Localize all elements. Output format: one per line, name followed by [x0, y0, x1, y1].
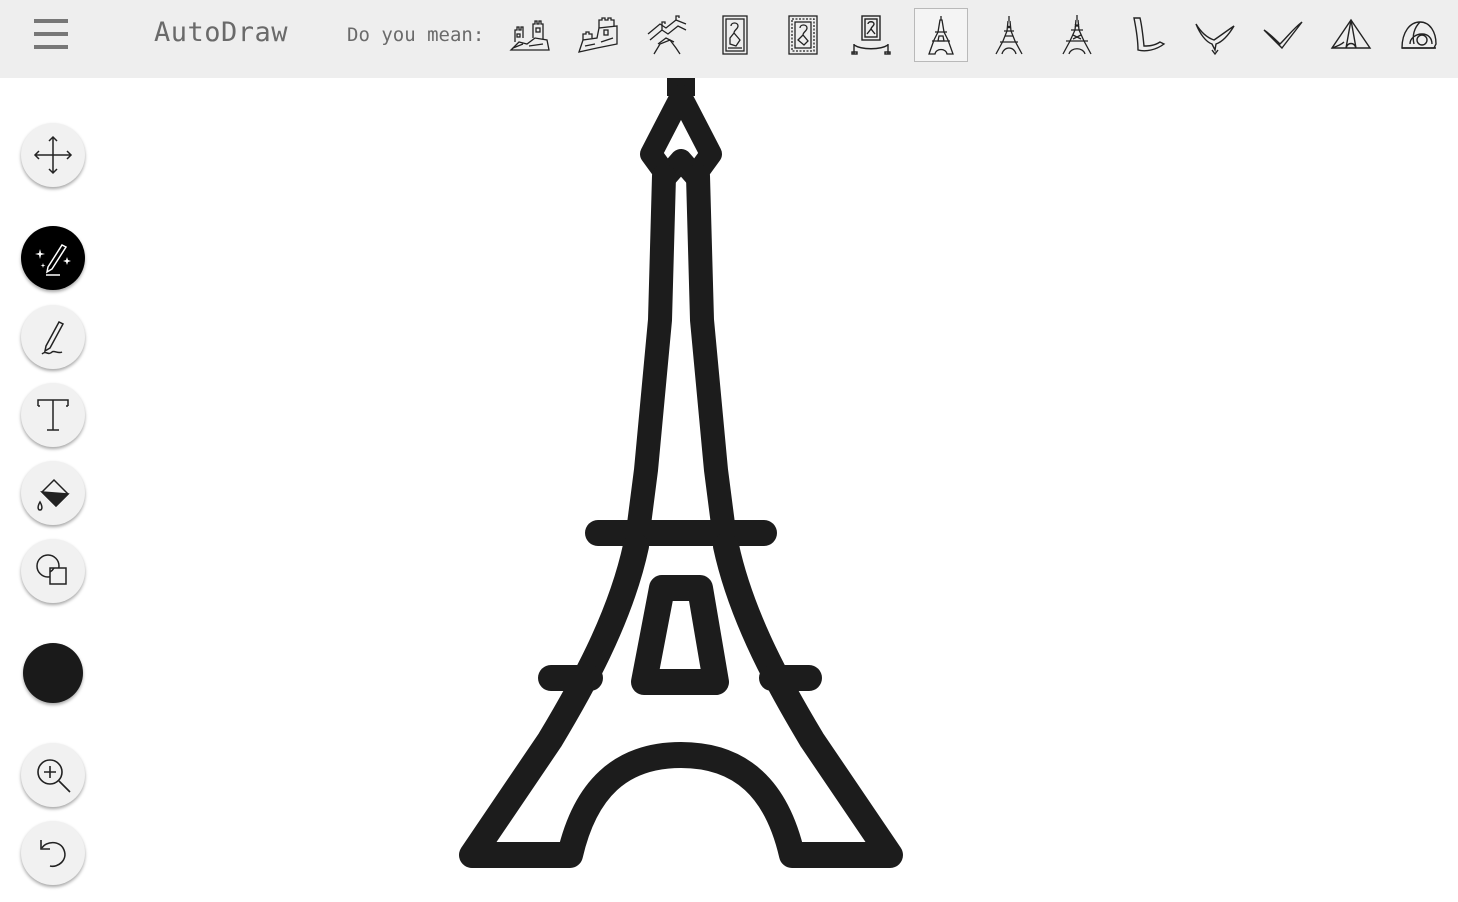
menu-icon[interactable] [34, 19, 68, 49]
suggestion-framed-painting-2[interactable] [776, 8, 830, 62]
zoom-tool-button[interactable] [21, 743, 85, 807]
suggestion-bird-1[interactable] [1188, 8, 1242, 62]
eiffel-tower-icon [1062, 15, 1092, 55]
shape-tool-button[interactable] [21, 539, 85, 603]
app-title: AutoDraw [154, 17, 289, 48]
color-picker-swatch[interactable] [23, 643, 83, 703]
shapes-icon [36, 554, 67, 585]
move-icon [33, 135, 73, 175]
type-tool-button[interactable] [21, 383, 85, 447]
suggestion-great-wall-3[interactable] [640, 8, 694, 62]
drawing-canvas[interactable] [0, 70, 1458, 898]
suggestion-tent[interactable] [1324, 8, 1378, 62]
bird-icon [1263, 21, 1303, 50]
text-icon [37, 399, 69, 431]
undo-icon [40, 840, 66, 868]
suggestion-prompt: Do you mean: [347, 24, 485, 46]
framed-painting-icon [788, 15, 818, 55]
suggestion-eiffel-tower-1[interactable] [914, 8, 968, 62]
zoom-in-icon [37, 759, 71, 793]
top-bar: AutoDraw Do you mean: [0, 0, 1458, 78]
eiffel-tower-icon [928, 16, 954, 55]
draw-tool-button[interactable] [21, 305, 85, 369]
move-tool-button[interactable] [21, 123, 85, 187]
eiffel-tower-icon [995, 16, 1023, 55]
autodraw-icon [35, 244, 71, 276]
great-wall-icon [509, 20, 550, 51]
great-wall-icon [578, 17, 618, 53]
suggestion-bird-2[interactable] [1256, 8, 1310, 62]
bird-icon [1195, 23, 1235, 56]
autodraw-tool-button[interactable] [21, 226, 85, 290]
eiffel-tower-icon [459, 70, 903, 868]
suggestion-museum-painting[interactable] [844, 8, 898, 62]
suggestion-framed-painting-1[interactable] [708, 8, 762, 62]
suggestion-great-wall-2[interactable] [571, 8, 625, 62]
fill-icon [37, 478, 70, 511]
suggestion-boomerang[interactable] [1120, 8, 1174, 62]
eiffel-tower-drawing [459, 70, 903, 868]
museum-painting-icon [851, 15, 891, 55]
framed-painting-icon [722, 15, 748, 55]
suggestion-eiffel-tower-2[interactable] [982, 8, 1036, 62]
fill-tool-button[interactable] [21, 461, 85, 525]
great-wall-icon [647, 15, 687, 55]
suggestion-great-wall-1[interactable] [503, 8, 557, 62]
suggestion-eiffel-tower-3[interactable] [1050, 8, 1104, 62]
tent-icon [1330, 18, 1372, 49]
pencil-icon [41, 321, 65, 355]
suggestion-helmet[interactable] [1392, 8, 1446, 62]
helmet-icon [1401, 21, 1437, 49]
undo-button[interactable] [21, 821, 85, 885]
boomerang-icon [1133, 17, 1166, 52]
